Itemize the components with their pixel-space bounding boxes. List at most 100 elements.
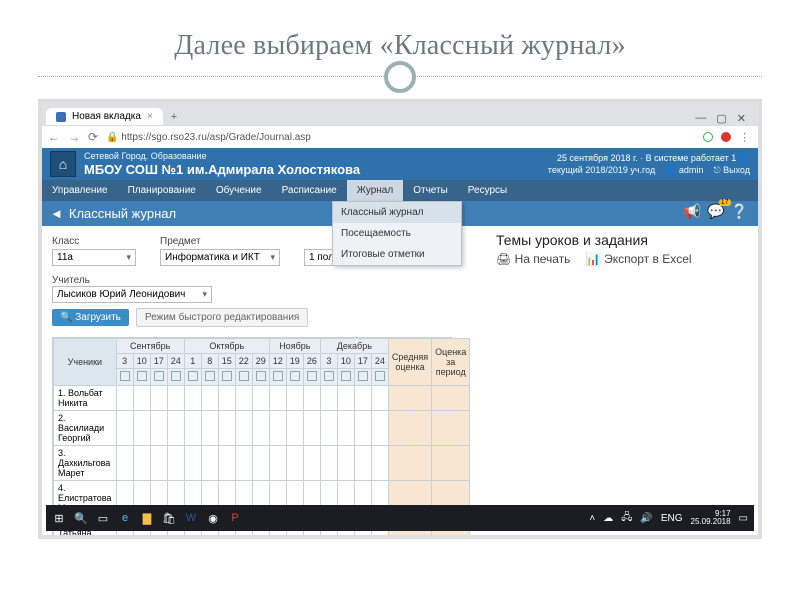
tray-notifications-icon[interactable]: ▭ [739,513,748,524]
grade-cell[interactable] [337,386,354,411]
grade-cell[interactable] [150,446,167,481]
ext-red-icon[interactable] [721,132,731,142]
menu-item-3[interactable]: Расписание [272,180,347,201]
url-field[interactable]: 🔒 https://sgo.rso23.ru/asp/Grade/Journal… [106,132,695,143]
grade-cell[interactable] [133,411,150,446]
taskbar-search-icon[interactable]: 🔍 [74,511,88,525]
grade-cell[interactable] [303,446,320,481]
grade-cell[interactable] [252,446,269,481]
grade-cell[interactable] [337,411,354,446]
grade-cell[interactable] [354,446,371,481]
day-checkbox[interactable] [320,369,337,386]
day-header[interactable]: 10 [337,354,354,369]
class-select[interactable]: 11а [52,249,136,266]
grade-cell[interactable] [116,386,133,411]
quick-edit-button[interactable]: Режим быстрого редактирования [136,308,308,327]
powerpoint-icon[interactable]: P [228,511,242,525]
grade-cell[interactable] [354,386,371,411]
grade-cell[interactable] [371,446,388,481]
grade-cell[interactable] [235,446,252,481]
tray-lang[interactable]: ENG [661,513,683,524]
day-checkbox[interactable] [354,369,371,386]
dropdown-item-0[interactable]: Классный журнал [333,202,461,223]
day-header[interactable]: 12 [269,354,286,369]
grade-cell[interactable] [201,386,218,411]
day-checkbox[interactable] [235,369,252,386]
day-checkbox[interactable] [269,369,286,386]
menu-item-2[interactable]: Обучение [206,180,272,201]
day-checkbox[interactable] [201,369,218,386]
grade-cell[interactable] [184,446,201,481]
store-icon[interactable]: 🛍 [162,511,176,525]
tray-onedrive-icon[interactable]: ☁ [603,513,613,524]
grade-cell[interactable] [150,386,167,411]
day-header[interactable]: 3 [116,354,133,369]
help-icon[interactable]: ❔ [731,203,748,220]
grade-cell[interactable] [269,446,286,481]
window-minimize-icon[interactable]: — [695,112,706,125]
dropdown-item-2[interactable]: Итоговые отметки [333,244,461,265]
day-checkbox[interactable] [303,369,320,386]
day-header[interactable]: 19 [286,354,303,369]
print-button[interactable]: 🖨 На печать [496,252,570,266]
day-header[interactable]: 17 [354,354,371,369]
grade-cell[interactable] [133,386,150,411]
grade-cell[interactable] [167,446,184,481]
day-header[interactable]: 1 [184,354,201,369]
day-header[interactable]: 10 [133,354,150,369]
grade-cell[interactable] [320,411,337,446]
grade-cell[interactable] [337,446,354,481]
day-checkbox[interactable] [150,369,167,386]
teacher-select[interactable]: Лысиков Юрий Леонидович [52,286,212,303]
grade-cell[interactable] [167,411,184,446]
grade-cell[interactable] [269,411,286,446]
grade-cell[interactable] [235,411,252,446]
menu-item-1[interactable]: Планирование [118,180,206,201]
grade-cell[interactable] [252,386,269,411]
tray-network-icon[interactable]: 🖧 [621,510,632,527]
browser-menu-icon[interactable]: ⋮ [739,131,752,144]
back-icon[interactable]: ← [48,130,60,144]
day-header[interactable]: 8 [201,354,218,369]
day-header[interactable]: 17 [150,354,167,369]
day-header[interactable]: 22 [235,354,252,369]
day-header[interactable]: 26 [303,354,320,369]
grade-cell[interactable] [184,386,201,411]
day-checkbox[interactable] [371,369,388,386]
grade-cell[interactable] [371,411,388,446]
menu-item-4[interactable]: Журнал [347,180,404,201]
word-icon[interactable]: W [184,511,198,525]
edge-icon[interactable]: e [118,511,132,525]
grade-cell[interactable] [269,386,286,411]
back-arrow-icon[interactable]: ◄ [50,206,63,221]
window-maximize-icon[interactable]: ▢ [716,112,726,125]
browser-tab[interactable]: Новая вкладка × [46,108,163,125]
new-tab-button[interactable]: + [165,109,183,125]
grade-cell[interactable] [320,446,337,481]
grade-cell[interactable] [218,411,235,446]
export-excel-button[interactable]: 📊 Экспорт в Excel [586,252,692,266]
grade-cell[interactable] [150,411,167,446]
day-checkbox[interactable] [184,369,201,386]
day-checkbox[interactable] [252,369,269,386]
explorer-icon[interactable]: ▇ [140,511,154,525]
day-checkbox[interactable] [167,369,184,386]
day-header[interactable]: 24 [371,354,388,369]
grade-cell[interactable] [167,386,184,411]
grade-cell[interactable] [320,386,337,411]
student-name[interactable]: 1. Вольбат Никита [54,386,117,411]
grade-cell[interactable] [303,411,320,446]
tray-clock[interactable]: 9:1725.09.2018 [691,510,731,526]
day-checkbox[interactable] [133,369,150,386]
day-header[interactable]: 24 [167,354,184,369]
grade-cell[interactable] [252,411,269,446]
grade-cell[interactable] [184,411,201,446]
taskview-icon[interactable]: ▭ [96,511,110,525]
logout-link[interactable]: ⎋ Выход [713,165,750,176]
grade-cell[interactable] [371,386,388,411]
announce-icon[interactable]: 📢 [684,203,701,220]
user-link[interactable]: 👤 admin [665,165,703,176]
tray-volume-icon[interactable]: 🔊 [640,513,652,524]
grade-cell[interactable] [116,446,133,481]
messages-icon[interactable]: 💬17 [707,203,724,220]
